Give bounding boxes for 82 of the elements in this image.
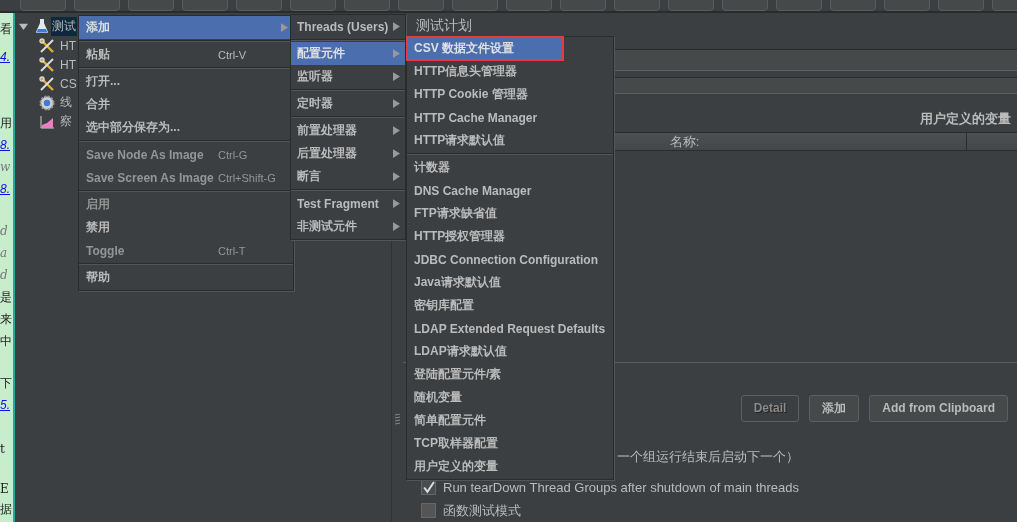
menu-item[interactable]: 选中部分保存为...: [79, 116, 293, 139]
menu-item[interactable]: HTTP Cookie 管理器: [407, 83, 613, 106]
submenu-arrow-icon: [393, 22, 400, 31]
menu-item[interactable]: 配置元件: [291, 42, 405, 65]
gear-icon: [39, 94, 55, 111]
menu-item[interactable]: LDAP请求默认值: [407, 340, 613, 363]
menu-item[interactable]: Test Fragment: [291, 192, 405, 215]
submenu-arrow-icon: [393, 222, 400, 231]
menu-item[interactable]: HTTP授权管理器: [407, 225, 613, 248]
page-text: 中: [0, 333, 13, 350]
page-link[interactable]: 8.: [0, 135, 13, 155]
menu-item[interactable]: 用户定义的变量: [407, 455, 613, 478]
page-text: 据: [0, 501, 13, 518]
menu-item[interactable]: 简单配置元件: [407, 409, 613, 432]
submenu-arrow-icon: [393, 99, 400, 108]
tools-icon: [39, 75, 55, 92]
tree-node-label[interactable]: 察: [59, 112, 73, 131]
expand-triangle-icon[interactable]: [19, 21, 28, 31]
menu-item[interactable]: 计数器: [407, 156, 613, 179]
chart-icon: [39, 113, 55, 130]
checkbox[interactable]: [421, 503, 436, 518]
menu-item[interactable]: 断言: [291, 165, 405, 188]
tree-node-label[interactable]: 线: [59, 93, 73, 112]
submenu-arrow-icon: [393, 72, 400, 81]
tree-node-label[interactable]: CS: [59, 75, 78, 92]
page-text: 看: [0, 21, 13, 38]
menu-item[interactable]: DNS Cache Manager: [407, 179, 613, 202]
page-text: d: [0, 267, 9, 284]
page-text: a: [0, 245, 9, 262]
menu-item[interactable]: 前置处理器: [291, 119, 405, 142]
menu-item[interactable]: FTP请求缺省值: [407, 202, 613, 225]
page-text: 来: [0, 311, 13, 328]
page-text: w: [0, 159, 12, 176]
panel-button[interactable]: 添加: [809, 395, 860, 422]
menu-item[interactable]: 打开...: [79, 70, 293, 93]
option-label: Run tearDown Thread Groups after shutdown of main threads: [443, 480, 799, 495]
submenu-arrow-icon: [393, 49, 400, 58]
menu-item[interactable]: 帮助: [79, 266, 293, 289]
menu-item[interactable]: 粘贴 Ctrl-V: [79, 43, 293, 66]
menu-item[interactable]: 密钥库配置: [407, 294, 613, 317]
menu-item[interactable]: 非测试元件: [291, 215, 405, 238]
menu-item[interactable]: 禁用: [79, 216, 293, 239]
menu-item[interactable]: 登陆配置元件/素: [407, 363, 613, 386]
panel-button[interactable]: Add from Clipboard: [869, 395, 1008, 422]
submenu-arrow-icon: [393, 199, 400, 208]
menu-item[interactable]: 合并: [79, 93, 293, 116]
menu-item[interactable]: CSV 数据文件设置: [407, 37, 563, 60]
page-text: t: [0, 441, 6, 458]
menu-item[interactable]: 添加: [79, 16, 293, 39]
submenu-arrow-icon: [393, 172, 400, 181]
panel-title: 测试计划: [415, 16, 473, 35]
menu-item[interactable]: HTTP信息头管理器: [407, 60, 613, 83]
menu-item[interactable]: 随机变量: [407, 386, 613, 409]
menu-item[interactable]: TCP取样器配置: [407, 432, 613, 455]
page-text: 下: [0, 375, 13, 392]
page-text: E: [0, 481, 10, 498]
page-text: 是: [0, 289, 13, 306]
page-text: d: [0, 223, 9, 240]
menu-item[interactable]: Threads (Users): [291, 15, 405, 38]
page-link[interactable]: 8.: [0, 179, 13, 199]
tree-node-label[interactable]: HT: [59, 37, 77, 54]
submenu-arrow-icon: [393, 149, 400, 158]
page-link[interactable]: 4.: [0, 47, 13, 67]
menu-item[interactable]: Java请求默认值: [407, 271, 613, 294]
section-label: 用户定义的变量: [920, 110, 1011, 128]
menu-item[interactable]: 定时器: [291, 92, 405, 115]
menu-item[interactable]: JDBC Connection Configuration: [407, 248, 613, 271]
tree-node-label[interactable]: HT: [59, 56, 77, 73]
menu-item[interactable]: LDAP Extended Request Defaults: [407, 317, 613, 340]
tools-icon: [39, 37, 55, 54]
option-label: 一个组运行结束后启动下一个）: [617, 449, 799, 464]
menu-item[interactable]: HTTP Cache Manager: [407, 106, 613, 129]
option-label: 函数测试模式: [443, 501, 521, 520]
menu-item[interactable]: 后置处理器: [291, 142, 405, 165]
page-text: 用: [0, 115, 13, 132]
tree-node-label[interactable]: 测试: [51, 16, 77, 36]
submenu-arrow-icon: [393, 126, 400, 135]
tools-icon: [39, 56, 55, 73]
splitter-grip-icon[interactable]: [394, 414, 400, 426]
menu-item[interactable]: 监听器: [291, 65, 405, 88]
flask-icon: [34, 18, 50, 34]
page-link[interactable]: 5.: [0, 395, 13, 415]
